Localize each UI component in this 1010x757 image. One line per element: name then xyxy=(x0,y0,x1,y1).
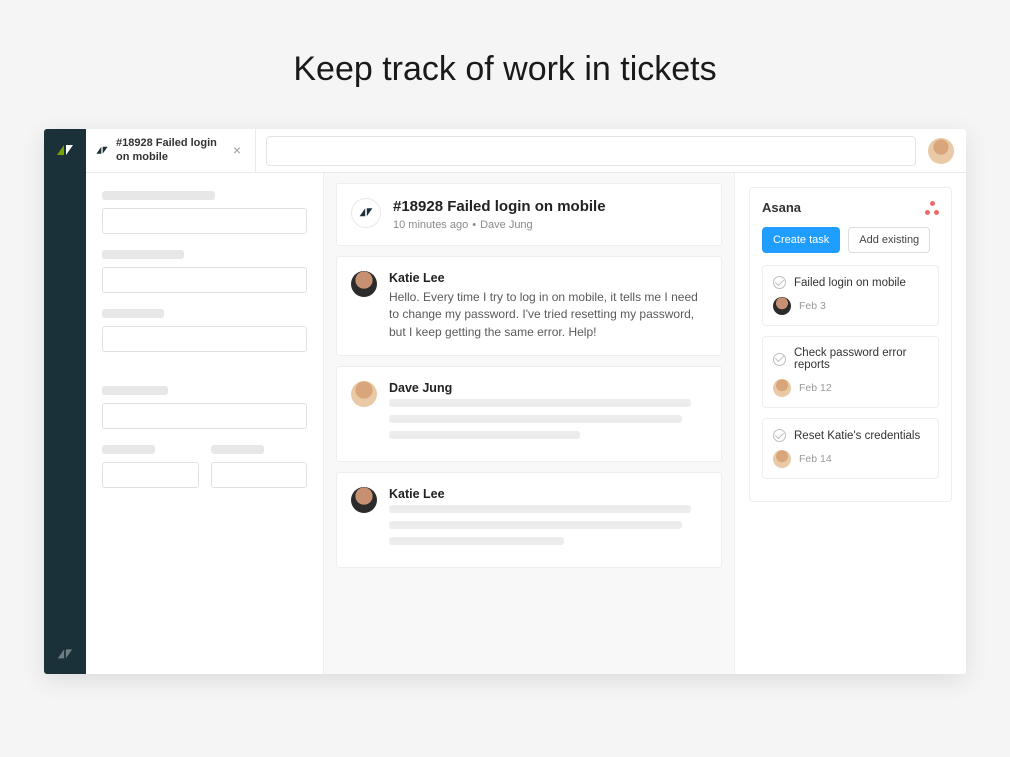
task-title: Failed login on mobile xyxy=(794,277,906,289)
task-check-icon[interactable] xyxy=(773,429,786,442)
tab-close-icon[interactable]: × xyxy=(229,142,245,159)
asana-task[interactable]: Failed login on mobile Feb 3 xyxy=(762,265,939,326)
task-assignee-avatar xyxy=(773,379,791,397)
zendesk-glyph-icon xyxy=(56,644,74,662)
ticket-tab-icon xyxy=(94,143,110,159)
form-field[interactable] xyxy=(102,462,199,488)
search-input[interactable] xyxy=(266,136,916,166)
ticket-icon xyxy=(351,198,381,228)
topbar: #18928 Failed login on mobile × xyxy=(86,129,966,173)
zendesk-logo-icon xyxy=(55,141,75,161)
message-card: Dave Jung xyxy=(336,366,722,462)
ticket-form-column xyxy=(86,173,324,674)
task-date: Feb 3 xyxy=(799,300,826,312)
form-field[interactable] xyxy=(102,208,307,234)
asana-task[interactable]: Reset Katie's credentials Feb 14 xyxy=(762,418,939,479)
message-text: Hello. Every time I try to log in on mob… xyxy=(389,289,707,341)
app-window: #18928 Failed login on mobile × xyxy=(44,129,966,674)
asana-task[interactable]: Check password error reports Feb 12 xyxy=(762,336,939,408)
avatar xyxy=(351,271,377,297)
conversation-column: #18928 Failed login on mobile 10 minutes… xyxy=(324,173,734,674)
message-card: Katie Lee xyxy=(336,472,722,568)
form-field[interactable] xyxy=(211,462,308,488)
form-field[interactable] xyxy=(102,403,307,429)
task-title: Reset Katie's credentials xyxy=(794,430,920,442)
avatar xyxy=(351,381,377,407)
task-title: Check password error reports xyxy=(794,347,928,371)
search-area xyxy=(256,129,966,172)
task-date: Feb 14 xyxy=(799,453,832,465)
asana-logo-icon xyxy=(925,201,939,215)
current-user-avatar[interactable] xyxy=(928,138,954,164)
task-check-icon[interactable] xyxy=(773,353,786,366)
task-date: Feb 12 xyxy=(799,382,832,394)
message-author: Dave Jung xyxy=(389,381,707,395)
ticket-tab-title: #18928 Failed login on mobile xyxy=(116,137,229,163)
add-existing-button[interactable]: Add existing xyxy=(848,227,930,253)
create-task-button[interactable]: Create task xyxy=(762,227,840,253)
asana-panel-title: Asana xyxy=(762,200,801,215)
message-card: Katie Lee Hello. Every time I try to log… xyxy=(336,256,722,356)
ticket-tab[interactable]: #18928 Failed login on mobile × xyxy=(86,129,256,172)
task-assignee-avatar xyxy=(773,297,791,315)
hero-title: Keep track of work in tickets xyxy=(0,0,1010,129)
ticket-meta: 10 minutes ago•Dave Jung xyxy=(393,219,606,231)
task-assignee-avatar xyxy=(773,450,791,468)
ticket-header-card: #18928 Failed login on mobile 10 minutes… xyxy=(336,183,722,246)
asana-panel: Asana Create task Add existing Failed lo… xyxy=(749,187,952,502)
form-field[interactable] xyxy=(102,326,307,352)
task-check-icon[interactable] xyxy=(773,276,786,289)
message-author: Katie Lee xyxy=(389,487,707,501)
ticket-title: #18928 Failed login on mobile xyxy=(393,198,606,215)
message-author: Katie Lee xyxy=(389,271,707,285)
avatar xyxy=(351,487,377,513)
form-field[interactable] xyxy=(102,267,307,293)
nav-rail xyxy=(44,129,86,674)
asana-column: Asana Create task Add existing Failed lo… xyxy=(734,173,966,674)
columns: #18928 Failed login on mobile 10 minutes… xyxy=(86,173,966,674)
